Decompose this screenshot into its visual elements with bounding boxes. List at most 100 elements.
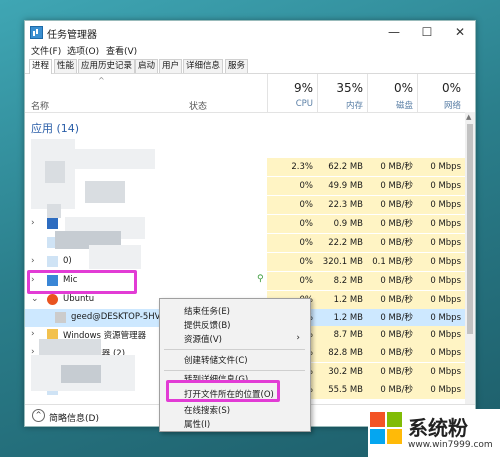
redacted-block [61, 365, 101, 383]
cell-net: 0 Mbps [417, 253, 465, 271]
cell-cpu: 0% [267, 196, 317, 214]
scroll-thumb[interactable] [467, 124, 473, 334]
fewer-details-link[interactable]: 简略信息(D) [49, 411, 99, 424]
context-menu: 结束任务(E) 提供反馈(B) 资源值(V) › 创建转储文件(C) 转到详细信… [159, 298, 311, 432]
cell-disk: 0 MB/秒 [367, 272, 417, 290]
task-manager-icon [30, 26, 43, 39]
ctx-end-task[interactable]: 结束任务(E) [184, 305, 230, 317]
cell-mem: 0.9 MB [317, 215, 367, 233]
cell-disk: 0.1 MB/秒 [367, 253, 417, 271]
cell-mem: 55.5 MB [317, 381, 367, 399]
scroll-up-icon[interactable]: ▲ [466, 113, 471, 121]
memory-label: 内存 [345, 101, 363, 111]
expand-right-icon[interactable]: › [31, 329, 35, 339]
ctx-feedback[interactable]: 提供反馈(B) [184, 319, 230, 331]
menu-file[interactable]: 文件(F) [31, 44, 61, 57]
brand-name: 系统粉 [408, 416, 468, 440]
cell-disk: 0 MB/秒 [367, 234, 417, 252]
col-name[interactable]: 名称 [31, 99, 49, 112]
cell-disk: 0 MB/秒 [367, 381, 417, 399]
cell-net: 0 Mbps [417, 272, 465, 290]
ctx-create-dump[interactable]: 创建转储文件(C) [184, 354, 248, 366]
ctx-resource-values[interactable]: 资源值(V) [184, 333, 222, 345]
column-header: ^ 名称 状态 9% CPU 35% 内存 0% 磁盘 0% 网络 [25, 74, 475, 113]
cell-disk: 0 MB/秒 [367, 309, 417, 327]
ctx-search-online[interactable]: 在线搜索(S) [184, 404, 230, 416]
menu-bar: 文件(F) 选项(O) 查看(V) [25, 43, 475, 57]
maximize-button[interactable]: ☐ [413, 23, 441, 41]
expand-down-icon[interactable]: ⌄ [31, 294, 39, 304]
redacted-block [47, 204, 61, 218]
sort-up-icon: ^ [98, 76, 105, 85]
disk-label: 磁盘 [395, 101, 413, 111]
menu-options[interactable]: 选项(O) [67, 44, 99, 57]
cell-mem: 8.7 MB [317, 326, 367, 344]
network-label: 网络 [443, 101, 461, 111]
group-header-apps[interactable]: 应用 (14) [31, 120, 79, 136]
ctx-properties[interactable]: 属性(I) [184, 418, 210, 430]
tab-services[interactable]: 服务 [225, 59, 249, 73]
cell-mem: 22.3 MB [317, 196, 367, 214]
cell-cpu: 0% [267, 215, 317, 233]
cell-mem: 30.2 MB [317, 363, 367, 381]
process-icon [55, 312, 66, 323]
cell-disk: 0 MB/秒 [367, 177, 417, 195]
col-cpu[interactable]: 9% CPU [267, 74, 318, 112]
col-memory[interactable]: 35% 内存 [317, 74, 368, 112]
windows-logo-icon [370, 412, 402, 444]
efficiency-leaf-icon: ⚲ [257, 274, 264, 284]
tab-performance[interactable]: 性能 [54, 59, 78, 73]
tab-app-history[interactable]: 应用历史记录 [78, 59, 136, 73]
expand-right-icon[interactable]: › [31, 218, 35, 228]
col-disk[interactable]: 0% 磁盘 [367, 74, 418, 112]
tab-processes[interactable]: 进程 [29, 59, 53, 74]
cell-disk: 0 MB/秒 [367, 196, 417, 214]
submenu-arrow-icon: › [296, 333, 300, 343]
redacted-block [85, 181, 125, 203]
cell-net: 0 Mbps [417, 215, 465, 233]
menu-view[interactable]: 查看(V) [106, 44, 137, 57]
col-network[interactable]: 0% 网络 [417, 74, 466, 112]
watermark: 系统粉 www.win7999.com [368, 409, 500, 457]
redacted-block [45, 161, 65, 183]
process-icon [47, 256, 58, 267]
cell-disk: 0 MB/秒 [367, 291, 417, 309]
cell-mem: 8.2 MB [317, 272, 367, 290]
cpu-percent: 9% [293, 81, 313, 95]
cell-mem: 22.2 MB [317, 234, 367, 252]
cell-mem: 62.2 MB [317, 158, 367, 176]
window-title: 任务管理器 [47, 30, 97, 41]
cell-cpu: 0% [267, 253, 317, 271]
minimize-button[interactable]: — [380, 23, 408, 41]
cell-disk: 0 MB/秒 [367, 215, 417, 233]
cell-mem: 49.9 MB [317, 177, 367, 195]
ubuntu-highlight-box [27, 270, 137, 294]
expand-right-icon[interactable]: › [31, 256, 35, 266]
tab-startup[interactable]: 启动 [135, 59, 159, 73]
open-location-highlight-box [166, 380, 280, 402]
col-status[interactable]: 状态 [189, 99, 207, 112]
tab-users[interactable]: 用户 [159, 59, 183, 73]
title-bar: 任务管理器 — ☐ ✕ [25, 21, 475, 43]
vertical-scrollbar[interactable]: ▲ [465, 112, 475, 404]
cell-cpu: 0% [267, 234, 317, 252]
cell-disk: 0 MB/秒 [367, 158, 417, 176]
collapse-up-icon[interactable]: ^ [32, 409, 45, 422]
memory-percent: 35% [336, 81, 363, 95]
redacted-block [89, 245, 141, 269]
menu-divider [164, 349, 305, 350]
redacted-block [75, 149, 155, 169]
cell-disk: 0 MB/秒 [367, 363, 417, 381]
process-icon [47, 294, 58, 305]
close-button[interactable]: ✕ [446, 23, 474, 41]
process-name: Ubuntu [63, 294, 95, 304]
cell-disk: 0 MB/秒 [367, 344, 417, 362]
cell-mem: 82.8 MB [317, 344, 367, 362]
tab-details[interactable]: 详细信息 [183, 59, 224, 73]
brand-url: www.win7999.com [408, 440, 493, 450]
cell-cpu: 2.3% [267, 158, 317, 176]
cell-net: 0 Mbps [417, 234, 465, 252]
cpu-label: CPU [295, 99, 313, 109]
cell-mem: 320.1 MB [317, 253, 367, 271]
cell-net: 0 Mbps [417, 309, 465, 327]
